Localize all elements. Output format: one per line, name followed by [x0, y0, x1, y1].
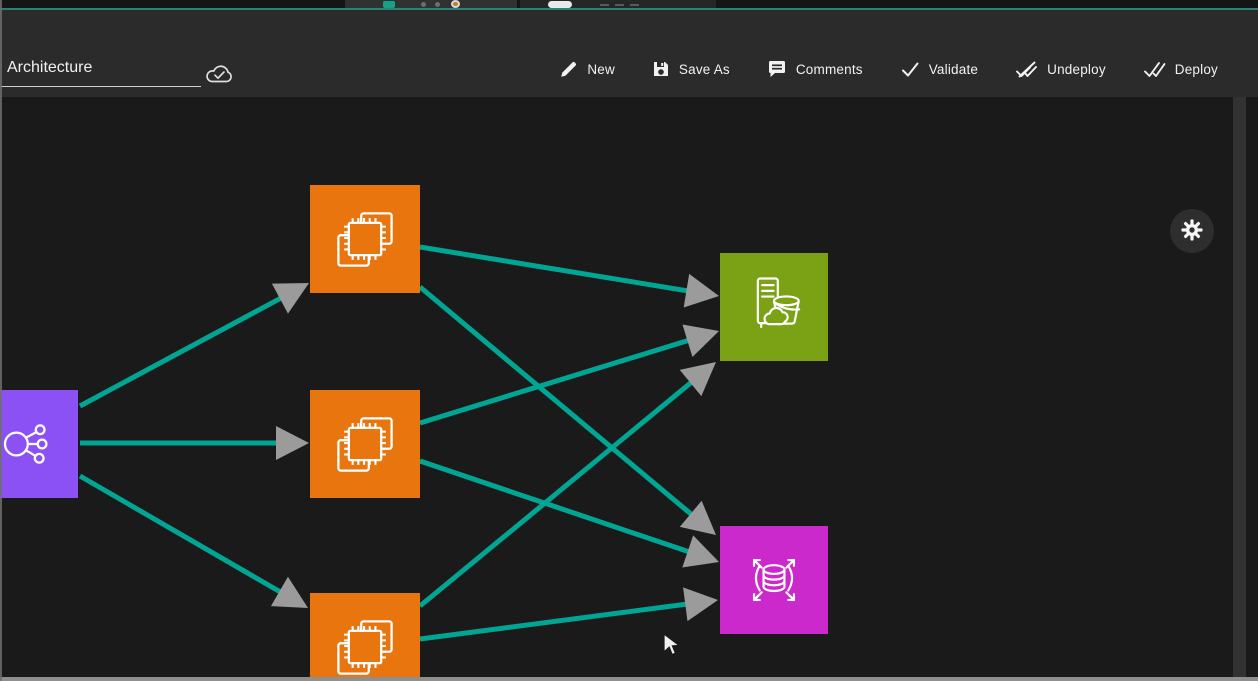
arrowhead [682, 315, 724, 357]
edge-compute-3-to-database[interactable] [420, 583, 720, 639]
storage-bucket-icon [736, 269, 812, 345]
vertical-scrollbar[interactable] [1233, 97, 1246, 677]
undeploy-label: Undeploy [1047, 62, 1106, 77]
double-check-slash-icon [1015, 60, 1038, 79]
node-compute-3[interactable] [310, 593, 420, 677]
comments-button[interactable]: Comments [767, 60, 863, 79]
diagram-edges-layer [0, 97, 1233, 677]
tab-dash [600, 4, 609, 6]
ec2-instance-icon [327, 201, 403, 277]
arrowhead [684, 274, 722, 313]
ec2-instance-icon [327, 406, 403, 482]
browser-tab-strip [0, 0, 1258, 8]
save-as-label: Save As [679, 62, 730, 77]
tab-dot [421, 2, 426, 7]
diagram-title-input[interactable] [0, 55, 201, 87]
new-button[interactable]: New [559, 60, 615, 79]
deploy-label: Deploy [1175, 62, 1218, 77]
arrowhead [682, 535, 724, 578]
window-left-edge [0, 0, 2, 681]
edge-load-balancer-to-compute-3[interactable] [80, 476, 317, 623]
browser-tab[interactable] [345, 0, 517, 8]
tab-favicon [383, 1, 395, 8]
double-check-icon [1143, 60, 1166, 78]
canvas-settings-button[interactable] [1170, 209, 1214, 253]
gear-icon [1180, 218, 1204, 245]
edge-load-balancer-to-compute-1[interactable] [80, 268, 317, 406]
comments-label: Comments [796, 62, 863, 77]
floppy-disk-icon [652, 60, 670, 78]
tab-dash [615, 4, 624, 6]
tab-pill [548, 1, 572, 8]
new-label: New [587, 62, 615, 77]
ec2-instance-icon [327, 609, 403, 677]
validate-button[interactable]: Validate [900, 60, 978, 78]
deploy-button[interactable]: Deploy [1143, 60, 1218, 78]
node-compute-1[interactable] [310, 185, 420, 293]
node-database[interactable] [720, 526, 828, 634]
save-as-button[interactable]: Save As [652, 60, 730, 78]
editor-toolbar: New Save As [0, 10, 1258, 97]
edge-compute-1-to-storage[interactable] [420, 247, 722, 313]
avatar [451, 0, 460, 8]
toolbar-actions: New Save As [559, 50, 1218, 88]
undeploy-button[interactable]: Undeploy [1015, 60, 1106, 79]
check-icon [900, 60, 920, 78]
node-storage[interactable] [720, 253, 828, 361]
edge-compute-1-to-database[interactable] [420, 287, 727, 548]
validate-label: Validate [929, 62, 978, 77]
pencil-icon [559, 60, 578, 79]
edge-load-balancer-to-compute-2[interactable] [80, 426, 309, 460]
tab-dot [435, 2, 440, 7]
load-balancer-icon [0, 406, 62, 482]
database-scale-icon [736, 542, 812, 618]
diagram-canvas[interactable] [0, 97, 1258, 677]
node-compute-2[interactable] [310, 390, 420, 498]
edge-compute-2-to-storage[interactable] [420, 315, 724, 423]
app-window: New Save As [0, 0, 1258, 681]
comment-bubble-icon [767, 60, 787, 79]
browser-tab[interactable] [520, 0, 716, 8]
window-bottom-edge [0, 677, 1258, 681]
arrowhead [276, 426, 309, 460]
tab-dash [630, 4, 639, 6]
node-load-balancer[interactable] [0, 390, 78, 498]
arrowhead [683, 583, 720, 621]
cloud-check-icon [204, 62, 234, 92]
